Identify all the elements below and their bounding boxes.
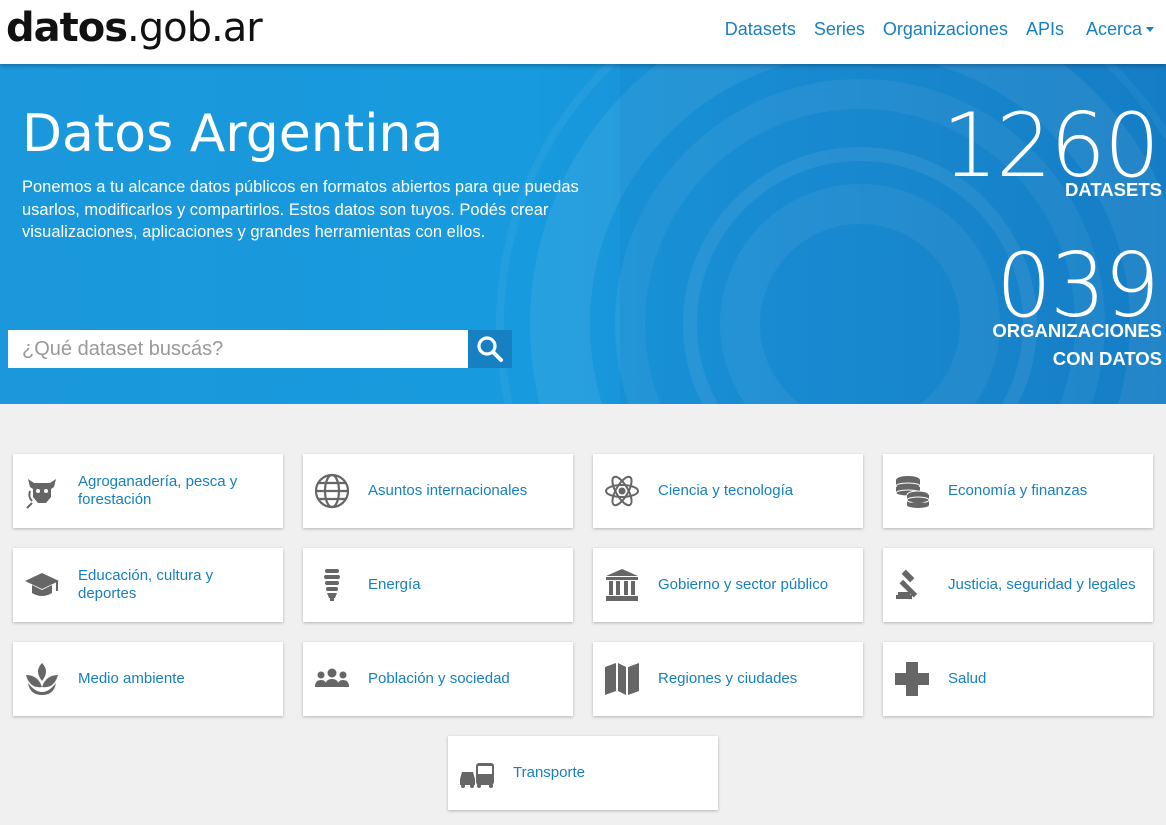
hero-description: Ponemos a tu alcance datos públicos en f… bbox=[22, 178, 579, 241]
datasets-count-label: DATASETS bbox=[1065, 179, 1162, 200]
category-card-transporte[interactable]: Transporte bbox=[448, 736, 718, 810]
leaf-sprout-icon bbox=[23, 660, 61, 698]
category-card-ciencia-tecnologia[interactable]: Ciencia y tecnología bbox=[593, 454, 863, 528]
category-label: Agroganadería, pesca y forestación bbox=[78, 473, 238, 508]
people-group-icon bbox=[313, 660, 351, 698]
globe-icon bbox=[313, 472, 351, 510]
hero-title: Datos Argentina bbox=[22, 104, 444, 164]
category-card-medio-ambiente[interactable]: Medio ambiente bbox=[13, 642, 283, 716]
category-card-justicia[interactable]: Justicia, seguridad y legales bbox=[883, 548, 1153, 622]
cow-wheat-icon bbox=[23, 472, 61, 510]
nav-series[interactable]: Series bbox=[814, 19, 865, 40]
coins-icon bbox=[893, 472, 931, 510]
search-icon bbox=[477, 336, 503, 362]
category-label: Gobierno y sector público bbox=[658, 576, 829, 593]
category-card-educacion[interactable]: Educación, cultura y deportes bbox=[13, 548, 283, 622]
health-cross-icon bbox=[893, 660, 931, 698]
nav-acerca-dropdown[interactable]: Acerca bbox=[1086, 19, 1154, 40]
category-card-energia[interactable]: Energía bbox=[303, 548, 573, 622]
organizations-count-label-line2: CON DATOS bbox=[1052, 348, 1162, 369]
nav-apis[interactable]: APIs bbox=[1026, 19, 1064, 40]
category-label: Energía bbox=[368, 576, 421, 593]
category-label: Transporte bbox=[513, 764, 585, 781]
main-nav: Datasets Series Organizaciones APIs Acer… bbox=[707, 0, 1154, 58]
top-navbar: datos.gob.ar Datasets Series Organizacio… bbox=[0, 0, 1166, 64]
category-card-gobierno[interactable]: Gobierno y sector público bbox=[593, 548, 863, 622]
category-label: Economía y finanzas bbox=[948, 482, 1088, 499]
atom-icon bbox=[603, 472, 641, 510]
category-label: Asuntos internacionales bbox=[368, 482, 528, 499]
category-label: Ciencia y tecnología bbox=[658, 482, 794, 499]
category-label: Medio ambiente bbox=[78, 670, 185, 687]
government-building-icon bbox=[603, 566, 641, 604]
gavel-icon bbox=[893, 566, 931, 604]
site-logo[interactable]: datos.gob.ar bbox=[6, 4, 263, 52]
organizations-count-label-line1: ORGANIZACIONES bbox=[992, 320, 1162, 341]
lightbulb-icon bbox=[313, 566, 351, 604]
category-card-poblacion[interactable]: Población y sociedad bbox=[303, 642, 573, 716]
category-card-economia-finanzas[interactable]: Economía y finanzas bbox=[883, 454, 1153, 528]
car-bus-icon bbox=[458, 754, 496, 792]
nav-organizaciones[interactable]: Organizaciones bbox=[883, 19, 1008, 40]
category-card-regiones[interactable]: Regiones y ciudades bbox=[593, 642, 863, 716]
map-icon bbox=[603, 660, 641, 698]
category-label: Salud bbox=[948, 670, 987, 687]
graduation-cap-icon bbox=[23, 566, 61, 604]
category-label: Educación, cultura y deportes bbox=[78, 567, 214, 602]
category-label: Justicia, seguridad y legales bbox=[948, 576, 1136, 593]
category-label: Población y sociedad bbox=[368, 670, 510, 687]
nav-acerca-label: Acerca bbox=[1085, 18, 1142, 39]
hero-banner: Datos Argentina Ponemos a tu alcance dat… bbox=[0, 64, 1166, 404]
caret-down-icon bbox=[1146, 27, 1154, 33]
search-button[interactable] bbox=[468, 330, 512, 368]
dataset-search-input[interactable] bbox=[8, 330, 468, 368]
logo-bold-text: datos bbox=[6, 5, 128, 51]
category-card-agroganaderia[interactable]: Agroganadería, pesca y forestación bbox=[13, 454, 283, 528]
category-card-salud[interactable]: Salud bbox=[883, 642, 1153, 716]
category-card-asuntos-internacionales[interactable]: Asuntos internacionales bbox=[303, 454, 573, 528]
nav-datasets[interactable]: Datasets bbox=[725, 19, 796, 40]
category-label: Regiones y ciudades bbox=[658, 670, 798, 687]
logo-domain-text: .gob.ar bbox=[127, 5, 263, 51]
